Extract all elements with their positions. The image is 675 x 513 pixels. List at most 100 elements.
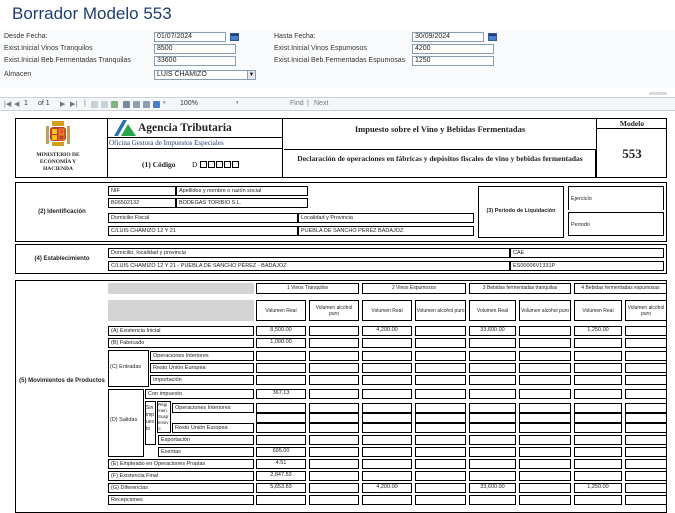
value-cell [415,471,466,481]
value-cell [519,413,571,423]
last-page-icon[interactable]: ▶| [70,100,77,108]
value-cell [574,413,622,423]
row-g-label: (G) Diferencias [108,483,254,493]
cell-value: 1,250.00 [587,484,609,490]
col-subheader: Volumen alcohol puro [309,300,359,321]
value-cell [415,326,466,336]
cell-value: 4,200.00 [376,484,398,490]
row-c3-label: Importación [150,375,254,385]
page-setup-icon[interactable] [143,101,150,108]
value-cell [415,389,466,399]
back-icon[interactable] [91,101,98,108]
value-cell [469,403,516,413]
value-cell [309,495,359,505]
value-cell [256,403,306,413]
prev-page-icon[interactable]: ◀ [14,100,19,108]
vinos-espumosos-label: Exist.Inicial Vinos Espumosos [274,45,367,52]
chevron-down-icon[interactable]: ▼ [247,71,255,79]
value-cell [415,423,466,433]
find-next-link[interactable]: Next [314,100,328,107]
code-box [208,161,215,168]
find-input[interactable]: Find [290,100,304,107]
value-cell [574,459,622,469]
value-cell [574,471,622,481]
header-shade [108,283,254,294]
beb-tranquilas-input[interactable]: 33600 [154,56,236,66]
value-cell [519,471,571,481]
value-cell [309,483,359,493]
value-cell [256,435,306,445]
value-cell [415,363,466,373]
value-cell [469,459,516,469]
value-cell [519,363,571,373]
calendar-icon[interactable] [488,33,497,41]
chevron-down-icon[interactable]: ▾ [236,100,239,106]
salidas-box [108,389,144,457]
toolbar-separator: | [84,100,86,107]
zoom-select[interactable]: 100% [180,100,198,107]
stop-icon[interactable] [101,101,108,108]
cell-value: 8,500.00 [270,327,292,333]
value-cell [309,389,359,399]
row-c1-label: Operaciones Interiores [150,351,254,361]
name-label: Apellidos y nombre o razón social [176,186,308,196]
col-subheader: Volumen alcohol puro [625,300,667,321]
print-layout-icon[interactable] [133,101,140,108]
value-cell [309,413,359,423]
row-c2-label: Resto Unión Europea [150,363,254,373]
value-cell [469,471,516,481]
next-page-icon[interactable]: ▶ [60,100,65,108]
value-cell [309,363,359,373]
establecimiento-label: (4) Establecimiento [34,256,90,262]
hasta-date-input[interactable]: 30/09/2024 [412,32,484,42]
value-cell [256,351,306,361]
print-icon[interactable] [123,101,130,108]
office-label: Oficina Gestora de Impuestos Especiales [107,137,283,149]
view-report-button[interactable] [649,92,667,95]
chevron-down-icon[interactable]: ▾ [163,100,166,106]
report-page: MINISTERIO DE ECONOMÍA Y HACIENDA Agenci… [12,116,669,513]
first-page-icon[interactable]: |◀ [4,100,11,108]
beb-espumosas-input[interactable]: 1250 [412,56,494,66]
value-cell [256,495,306,505]
value-cell [519,326,571,336]
value-cell [415,351,466,361]
toolbar-separator: | [307,100,309,107]
cell-value: 1,250.00 [587,327,609,333]
value-cell [574,338,622,348]
cell-value: 5,653.83 [270,484,292,490]
row-f-label: (F) Existencia Final [108,471,254,481]
value-cell [256,413,306,423]
value-cell [625,435,667,445]
value-cell [625,459,667,469]
value-cell [625,389,667,399]
code-box [200,161,207,168]
value-cell [519,403,571,413]
value-cell [574,375,622,385]
code-box [232,161,239,168]
desde-date-input[interactable]: 01/07/2024 [154,32,226,42]
value-cell [625,413,667,423]
refresh-icon[interactable] [111,101,118,108]
calendar-icon[interactable] [230,33,239,41]
export-icon[interactable] [153,101,160,108]
col-subheader: Volumen Real [574,300,622,321]
agency-logo-icon [114,120,136,136]
domicilio-label: Domicilio Fiscal [108,213,298,223]
value-cell [469,413,516,423]
vinos-tranquilos-input[interactable]: 8500 [154,44,236,54]
value-cell [309,459,359,469]
report-toolbar: |◀ ◀ 1 of 1 ▶ ▶| | ▾ 100% ▾ Find | Next [0,97,675,111]
cell-value: 4,200.00 [376,327,398,333]
value-cell [415,403,466,413]
col-subheader: Volumen alcohol puro [415,300,466,321]
nif-label: NIF [108,186,176,196]
vinos-espumosos-input[interactable]: 4200 [412,44,494,54]
value-cell [574,363,622,373]
current-page-input[interactable]: 1 [24,100,28,107]
ejercicio-label: Ejercicio [568,186,664,210]
identification-label: (2) Identificación [38,209,86,215]
row-e-label: (E) Empleado en Operaciones Propias [108,459,254,469]
almacen-select[interactable]: LUIS CHAMIZO ▼ [154,70,256,80]
cae-label: CAE [510,248,664,258]
